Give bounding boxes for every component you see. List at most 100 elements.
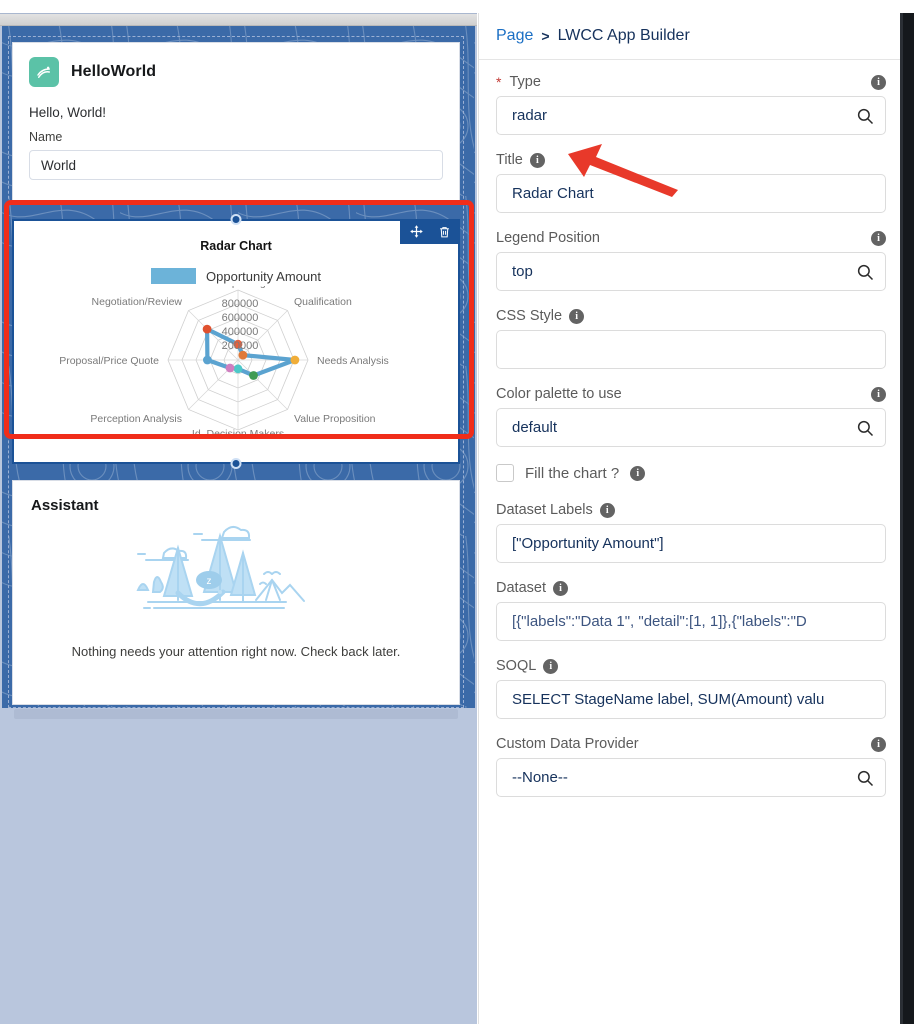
hello-world-title: HelloWorld — [71, 63, 157, 80]
field-dataset-labels-label: Dataset Labels — [496, 502, 593, 518]
field-type-label-row: * Type — [496, 74, 886, 90]
field-soql-label-row: SOQL i — [496, 658, 886, 674]
field-dataset-labels-label-row: Dataset Labels i — [496, 502, 886, 518]
hello-world-header: HelloWorld — [29, 57, 443, 87]
field-css-style-label: CSS Style — [496, 308, 563, 324]
assistant-title: Assistant — [31, 497, 99, 514]
legend-position-input[interactable]: top — [496, 252, 886, 291]
field-color-palette: Color palette to use i default — [496, 386, 886, 447]
color-palette-input[interactable]: default — [496, 408, 886, 447]
resize-handle-top[interactable] — [230, 214, 242, 225]
info-icon[interactable]: i — [871, 737, 886, 752]
field-title: Title i Radar Chart — [496, 152, 886, 213]
field-title-label: Title — [496, 152, 523, 168]
svg-text:400000: 400000 — [222, 326, 259, 338]
info-icon[interactable]: i — [871, 387, 886, 402]
type-value: radar — [512, 107, 548, 124]
legend-color-swatch — [151, 268, 197, 284]
breadcrumb-page-link[interactable]: Page — [496, 27, 533, 45]
sleeping-camper-illustration: z — [31, 518, 441, 638]
search-icon[interactable] — [856, 419, 874, 437]
search-icon[interactable] — [856, 769, 874, 787]
chart-component-region[interactable]: Radar Chart Opportunity Amount 800000 60… — [12, 214, 462, 469]
field-type: * Type i radar — [496, 74, 886, 135]
svg-text:600000: 600000 — [222, 312, 259, 324]
trash-delete-icon[interactable] — [432, 221, 456, 243]
info-icon[interactable]: i — [569, 308, 585, 324]
field-legend-position-label-row: Legend Position — [496, 230, 886, 246]
dataset-input[interactable]: [{"labels":"Data 1", "detail":[1, 1]},{"… — [496, 602, 886, 641]
canvas-preview-pane: HelloWorld Hello, World! Name World Rada… — [0, 13, 477, 1024]
chart-legend: Opportunity Amount — [14, 268, 458, 284]
info-icon[interactable]: i — [599, 502, 615, 518]
svg-text:Prospecting: Prospecting — [210, 286, 266, 289]
chart-title: Radar Chart — [200, 239, 272, 253]
field-fill-chart: Fill the chart ? i — [496, 464, 886, 482]
info-icon[interactable]: i — [529, 152, 545, 168]
legend-position-value: top — [512, 263, 533, 280]
info-icon[interactable]: i — [543, 658, 559, 674]
dataset-value: [{"labels":"Data 1", "detail":[1, 1]},{"… — [512, 613, 807, 630]
title-value: Radar Chart — [512, 185, 594, 202]
breadcrumb: Page > LWCC App Builder — [479, 13, 903, 60]
field-dataset-label: Dataset — [496, 580, 546, 596]
title-input[interactable]: Radar Chart — [496, 174, 886, 213]
name-input[interactable] — [29, 150, 443, 180]
field-legend-position: Legend Position i top — [496, 230, 886, 291]
component-toolbar — [400, 219, 460, 244]
search-icon[interactable] — [856, 107, 874, 125]
svg-text:800000: 800000 — [222, 298, 259, 310]
hello-world-component[interactable]: HelloWorld Hello, World! Name — [12, 42, 460, 202]
fill-chart-label: Fill the chart ? — [525, 464, 620, 482]
assistant-message: Nothing needs your attention right now. … — [71, 644, 401, 659]
breadcrumb-current: LWCC App Builder — [557, 27, 690, 44]
assistant-component[interactable]: Assistant z Nothing needs your attention… — [12, 480, 460, 705]
svg-text:z: z — [207, 576, 212, 587]
custom-data-provider-value: --None-- — [512, 769, 568, 786]
field-custom-data-provider-label: Custom Data Provider — [496, 736, 639, 752]
soql-value: SELECT StageName label, SUM(Amount) valu — [512, 691, 825, 708]
field-color-palette-label-row: Color palette to use — [496, 386, 886, 402]
property-panel: Page > LWCC App Builder * Type i radar T… — [478, 13, 903, 1024]
breadcrumb-separator: > — [541, 28, 550, 44]
name-field-label: Name — [29, 130, 63, 144]
field-dataset-label-row: Dataset i — [496, 580, 886, 596]
dataset-labels-input[interactable]: ["Opportunity Amount"] — [496, 524, 886, 563]
fill-chart-checkbox[interactable] — [496, 464, 514, 482]
assistant-scroll-indicator[interactable] — [14, 709, 458, 719]
field-soql-label: SOQL — [496, 658, 537, 674]
window-right-edge — [903, 13, 914, 1024]
custom-data-provider-input[interactable]: --None-- — [496, 758, 886, 797]
info-icon[interactable]: i — [871, 231, 886, 246]
svg-text:Proposal/Price Quote: Proposal/Price Quote — [59, 355, 159, 367]
svg-text:200000: 200000 — [222, 340, 259, 352]
info-icon[interactable]: i — [552, 580, 568, 596]
field-color-palette-label: Color palette to use — [496, 386, 622, 402]
legend-entry-label: Opportunity Amount — [206, 268, 321, 284]
css-style-input[interactable] — [496, 330, 886, 369]
svg-text:Value Proposition: Value Proposition — [294, 413, 376, 425]
field-dataset: Dataset i [{"labels":"Data 1", "detail":… — [496, 580, 886, 641]
field-soql: SOQL i SELECT StageName label, SUM(Amoun… — [496, 658, 886, 719]
radar-chart-plot: 800000 600000 400000 200000 Prospecting … — [14, 286, 462, 436]
required-marker: * — [496, 74, 502, 90]
search-icon[interactable] — [856, 263, 874, 281]
color-palette-value: default — [512, 419, 558, 436]
info-icon[interactable]: i — [871, 75, 886, 90]
soql-input[interactable]: SELECT StageName label, SUM(Amount) valu — [496, 680, 886, 719]
hello-world-greeting: Hello, World! — [29, 105, 107, 120]
dataset-labels-value: ["Opportunity Amount"] — [512, 535, 664, 552]
type-input[interactable]: radar — [496, 96, 886, 135]
svg-text:Perception Analysis: Perception Analysis — [90, 413, 182, 425]
resize-handle-bottom[interactable] — [230, 458, 242, 469]
field-type-label: Type — [509, 74, 541, 90]
move-drag-icon[interactable] — [404, 221, 428, 243]
info-icon[interactable]: i — [630, 465, 646, 481]
field-custom-data-provider-label-row: Custom Data Provider — [496, 736, 886, 752]
field-legend-position-label: Legend Position — [496, 230, 600, 246]
field-custom-data-provider: Custom Data Provider i --None-- — [496, 736, 886, 797]
field-css-style: CSS Style i — [496, 308, 886, 369]
radar-chart-component[interactable]: Radar Chart Opportunity Amount 800000 60… — [12, 214, 462, 469]
app-builder-screen: HelloWorld Hello, World! Name World Rada… — [0, 0, 914, 1024]
field-title-label-row: Title i — [496, 152, 886, 168]
